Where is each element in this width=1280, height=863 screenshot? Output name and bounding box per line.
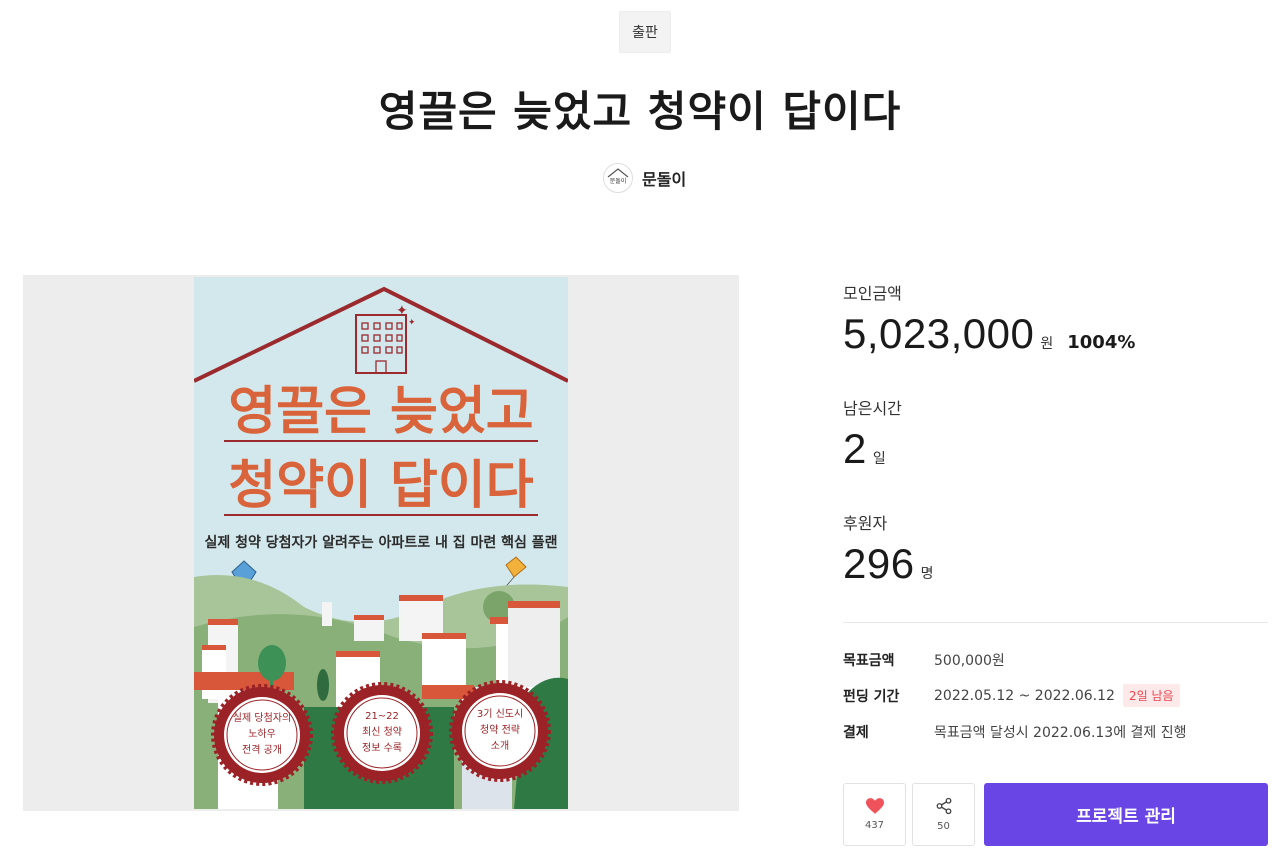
like-button[interactable]: 437 (843, 783, 906, 846)
svg-text:✦: ✦ (396, 303, 408, 319)
svg-text:21~22: 21~22 (365, 711, 399, 722)
poster-headline-1: 영끌은 늦었고 (228, 382, 533, 442)
share-icon (936, 797, 951, 815)
poster-subtitle: 실제 청약 당첨자가 알려주는 아파트로 내 집 마련 핵심 플랜 (205, 534, 558, 551)
time-unit: 일 (872, 451, 886, 467)
period-row: 펀딩 기간 2022.05.12 ~ 2022.06.12 2일 남음 (843, 684, 1180, 707)
achievement-percent: 1004% (1067, 332, 1136, 353)
book-cover-image: ✦ ✦ 영끌은 늦었고 청약이 답이다 실제 청약 당첨자가 알려주는 아파트로… (194, 277, 568, 809)
creator-name[interactable]: 문돌이 (642, 166, 686, 190)
share-count: 50 (937, 821, 950, 832)
svg-text:실제 당첨자의: 실제 당첨자의 (233, 712, 291, 724)
payment-label: 결제 (843, 725, 869, 741)
payment-row: 결제 목표금액 달성시 2022.06.13에 결제 진행 (843, 722, 1187, 742)
period-label: 펀딩 기간 (843, 688, 900, 705)
amount-label: 모인금액 (843, 284, 902, 303)
svg-text:최신 청약: 최신 청약 (362, 726, 402, 738)
svg-text:노하우: 노하우 (248, 727, 276, 740)
share-button[interactable]: 50 (912, 783, 975, 846)
svg-text:✦: ✦ (408, 318, 416, 328)
svg-text:정보 수록: 정보 수록 (362, 742, 402, 754)
divider (843, 622, 1268, 623)
time-stat: 2 일 (843, 425, 886, 473)
svg-text:소개: 소개 (491, 740, 509, 752)
svg-text:문돌이: 문돌이 (610, 177, 627, 185)
amount-value: 5,023,000 (843, 310, 1035, 357)
backers-stat: 296 명 (843, 540, 933, 588)
backers-label: 후원자 (843, 514, 888, 533)
heart-icon (865, 798, 884, 814)
amount-unit: 원 (1040, 336, 1054, 352)
svg-text:전격 공개: 전격 공개 (242, 743, 282, 756)
project-media: ✦ ✦ 영끌은 늦었고 청약이 답이다 실제 청약 당첨자가 알려주는 아파트로… (23, 275, 739, 811)
payment-value: 목표금액 달성시 2022.06.13에 결제 진행 (934, 725, 1187, 741)
goal-label: 목표금액 (843, 653, 895, 669)
creator[interactable]: 문돌이 문돌이 (603, 162, 686, 194)
project-title: 영끌은 늦었고 청약이 답이다 (378, 87, 902, 136)
backers-unit: 명 (920, 566, 934, 582)
amount-stat: 5,023,000 원 1004% (843, 310, 1135, 358)
time-label: 남은시간 (843, 399, 902, 418)
creator-avatar[interactable]: 문돌이 (603, 163, 633, 193)
svg-text:3기 신도시: 3기 신도시 (477, 708, 523, 720)
backers-value: 296 (843, 540, 915, 587)
category-tag[interactable]: 출판 (619, 11, 671, 53)
goal-value: 500,000원 (934, 653, 1005, 669)
seal-1: 실제 당첨자의 노하우 전격 공개 (211, 684, 313, 786)
seal-3: 3기 신도시 청약 전략 소개 (449, 680, 551, 782)
seal-2: 21~22 최신 청약 정보 수록 (331, 682, 433, 784)
time-value: 2 (843, 425, 867, 472)
goal-row: 목표금액 500,000원 (843, 650, 1005, 670)
like-count: 437 (864, 820, 885, 831)
remaining-badge: 2일 남음 (1122, 684, 1180, 707)
house-logo-icon: 문돌이 (607, 168, 629, 185)
period-value: 2022.05.12 ~ 2022.06.12 (934, 687, 1115, 704)
manage-project-button[interactable]: 프로젝트 관리 (984, 783, 1268, 846)
poster-headline-2: 청약이 답이다 (228, 456, 533, 516)
svg-text:청약 전략: 청약 전략 (480, 724, 520, 736)
